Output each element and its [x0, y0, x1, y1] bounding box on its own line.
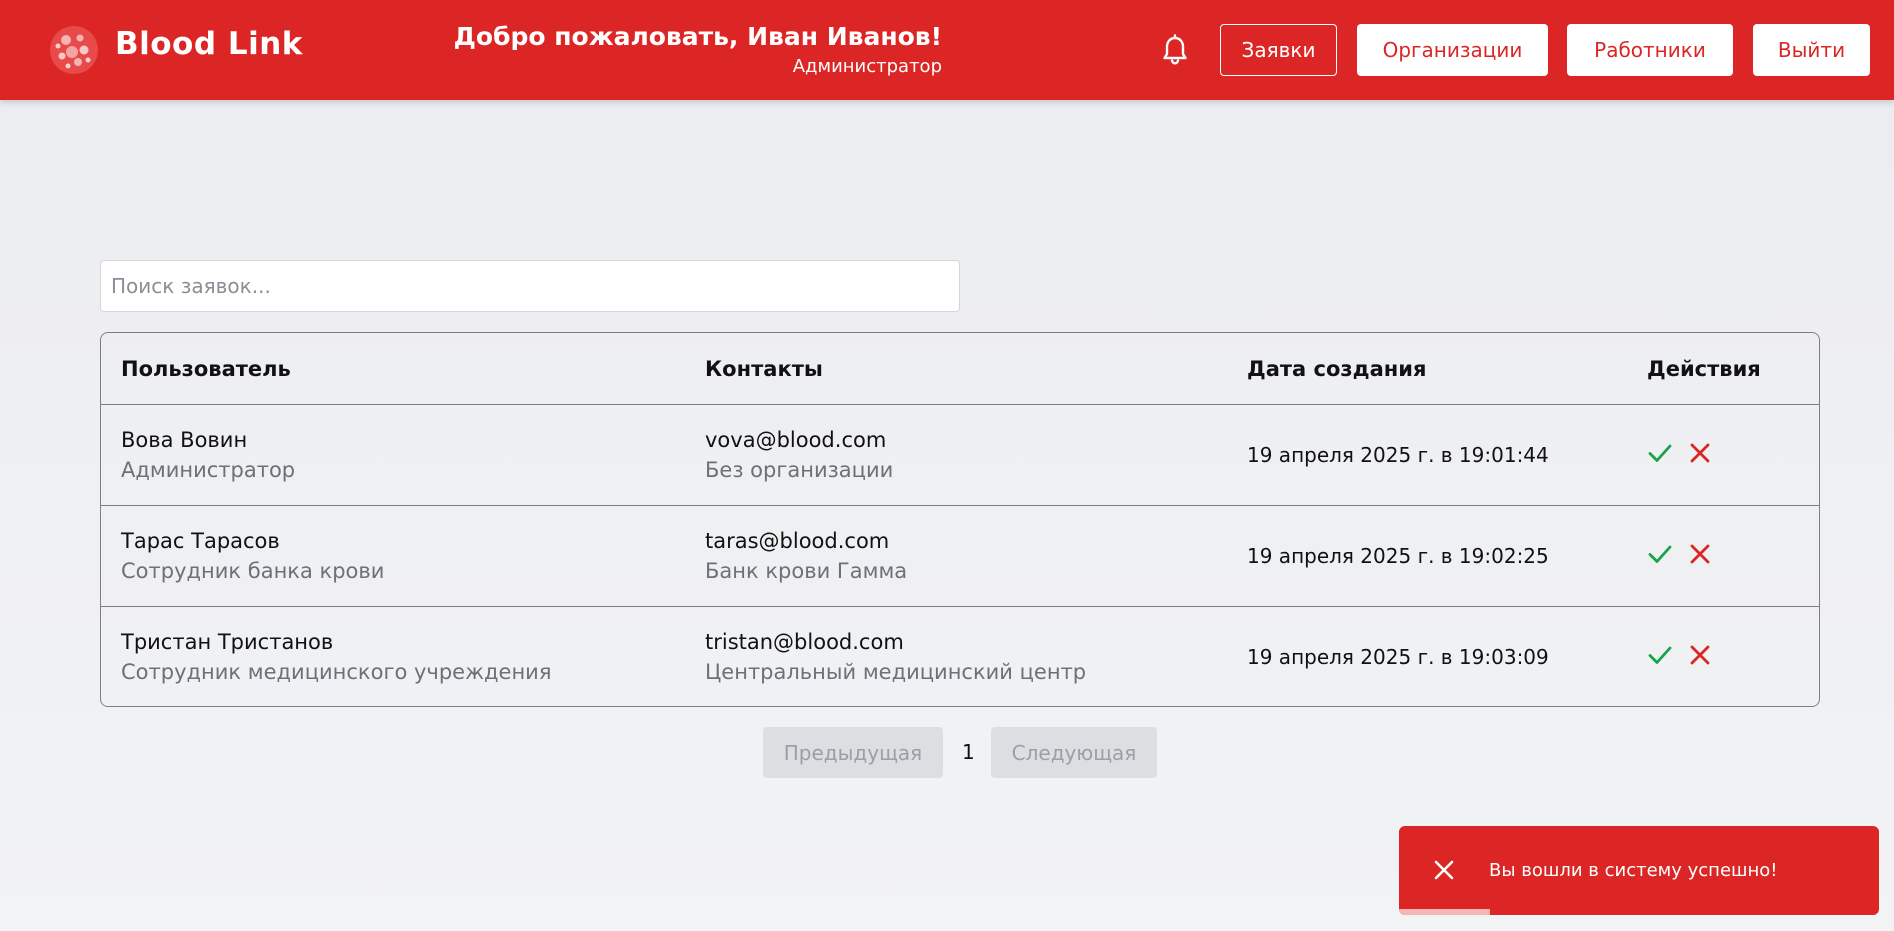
contacts-cell: tristan@blood.com Центральный медицински…: [705, 627, 1086, 687]
column-header-actions: Действия: [1647, 357, 1761, 381]
row-actions: [1647, 642, 1713, 672]
logout-button[interactable]: Выйти: [1753, 24, 1870, 76]
row-actions: [1647, 440, 1713, 470]
user-name: Тристан Тристанов: [121, 630, 334, 654]
toast-progress-bar: [1399, 909, 1491, 915]
user-cell: Тарас Тарасов Сотрудник банка крови: [121, 526, 384, 586]
user-email: taras@blood.com: [705, 529, 890, 553]
toast-close-icon[interactable]: [1432, 858, 1456, 882]
brand-name[interactable]: Blood Link: [115, 26, 303, 62]
welcome-role: Администратор: [792, 56, 942, 77]
user-role: Сотрудник банка крови: [121, 559, 385, 583]
current-page-number[interactable]: 1: [962, 727, 975, 778]
search-input[interactable]: [100, 260, 960, 312]
bell-icon[interactable]: [1160, 34, 1190, 66]
welcome-block: Добро пожаловать, Иван Иванов! Администр…: [454, 22, 942, 80]
prev-page-button[interactable]: Предыдущая: [763, 727, 943, 778]
user-email: vova@blood.com: [705, 428, 887, 452]
table-row: Тарас Тарасов Сотрудник банка крови tara…: [101, 506, 1819, 607]
user-name: Тарас Тарасов: [121, 529, 280, 553]
requests-table: Пользователь Контакты Дата создания Дейс…: [100, 332, 1820, 707]
toast-message: Вы вошли в систему успешно!: [1489, 860, 1778, 881]
table-header: Пользователь Контакты Дата создания Дейс…: [101, 333, 1819, 405]
user-role: Администратор: [121, 458, 296, 482]
reject-close-icon[interactable]: [1687, 440, 1713, 466]
success-toast: Вы вошли в систему успешно!: [1399, 826, 1879, 915]
nav-workers-button[interactable]: Работники: [1567, 24, 1733, 76]
pagination: Предыдущая 1 Следующая: [0, 727, 1894, 778]
contacts-cell: vova@blood.com Без организации: [705, 425, 893, 485]
user-organization: Без организации: [705, 458, 894, 482]
table-row: Тристан Тристанов Сотрудник медицинского…: [101, 607, 1819, 706]
nav-organizations-button[interactable]: Организации: [1357, 24, 1548, 76]
table-row: Вова Вовин Администратор vova@blood.com …: [101, 405, 1819, 506]
approve-check-icon[interactable]: [1647, 642, 1673, 668]
blood-link-logo-icon[interactable]: [48, 24, 100, 76]
reject-close-icon[interactable]: [1687, 642, 1713, 668]
row-actions: [1647, 541, 1713, 571]
user-cell: Вова Вовин Администратор: [121, 425, 295, 485]
user-name: Вова Вовин: [121, 428, 248, 452]
created-date: 19 апреля 2025 г. в 19:03:09: [1247, 645, 1549, 669]
approve-check-icon[interactable]: [1647, 541, 1673, 567]
user-email: tristan@blood.com: [705, 630, 904, 654]
approve-check-icon[interactable]: [1647, 440, 1673, 466]
user-cell: Тристан Тристанов Сотрудник медицинского…: [121, 627, 551, 687]
column-header-created: Дата создания: [1247, 357, 1427, 381]
user-role: Сотрудник медицинского учреждения: [121, 660, 552, 684]
created-date: 19 апреля 2025 г. в 19:02:25: [1247, 544, 1549, 568]
contacts-cell: taras@blood.com Банк крови Гамма: [705, 526, 907, 586]
nav-requests-button[interactable]: Заявки: [1220, 24, 1337, 76]
top-navbar: Blood Link Добро пожаловать, Иван Иванов…: [0, 0, 1894, 100]
next-page-button[interactable]: Следующая: [991, 727, 1157, 778]
reject-close-icon[interactable]: [1687, 541, 1713, 567]
user-organization: Центральный медицинский центр: [705, 660, 1087, 684]
column-header-user: Пользователь: [121, 357, 291, 381]
welcome-title: Добро пожаловать, Иван Иванов!: [453, 22, 942, 51]
user-organization: Банк крови Гамма: [705, 559, 908, 583]
created-date: 19 апреля 2025 г. в 19:01:44: [1247, 443, 1549, 467]
column-header-contacts: Контакты: [705, 357, 823, 381]
